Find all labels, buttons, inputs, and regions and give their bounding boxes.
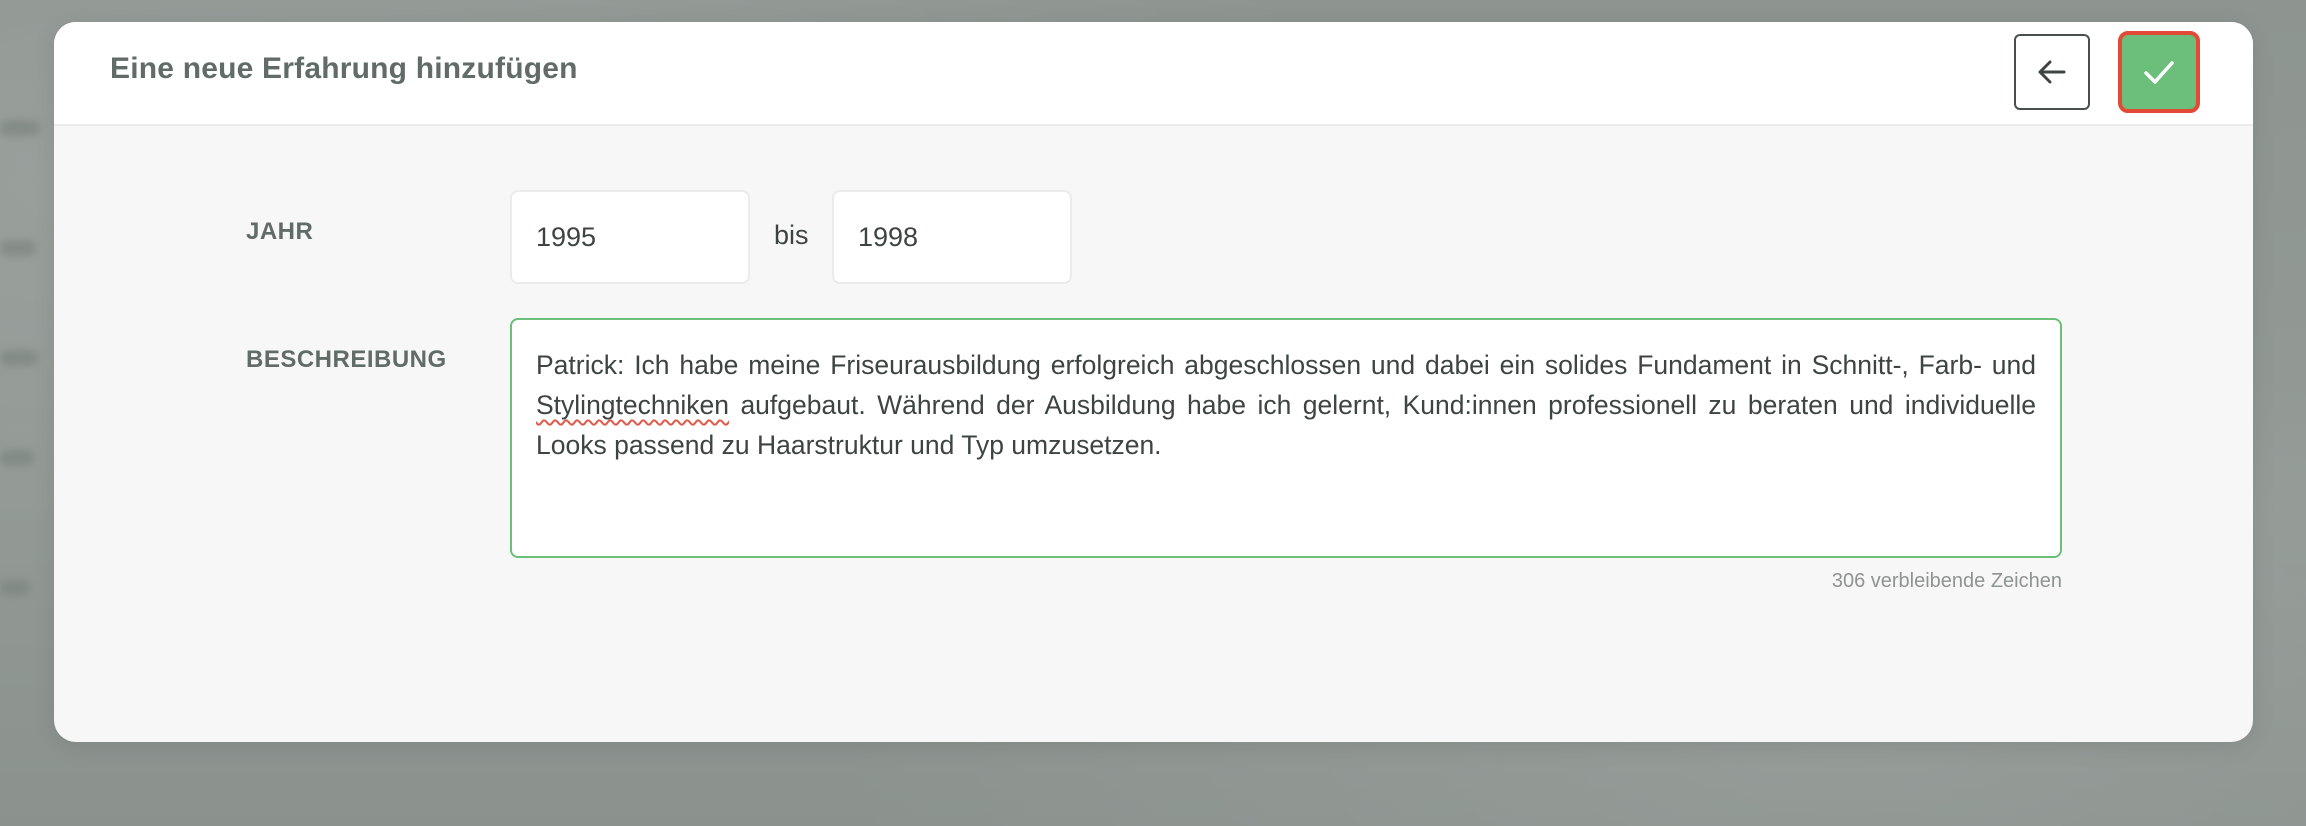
year-separator: bis xyxy=(774,220,809,250)
background-element xyxy=(0,120,40,136)
year-label: JAHR xyxy=(246,218,314,245)
remaining-characters-counter: 306 verbleibende Zeichen xyxy=(1831,570,2062,592)
add-experience-modal: Eine neue Erfahrung hinzufügen JAHR 1995… xyxy=(54,22,2253,742)
modal-header: Eine neue Erfahrung hinzufügen xyxy=(54,22,2253,126)
arrow-left-icon xyxy=(2038,60,2066,84)
background-element xyxy=(0,450,34,466)
back-button[interactable] xyxy=(2014,34,2090,110)
background-element xyxy=(0,240,36,256)
checkmark-icon xyxy=(2144,61,2174,84)
year-to-input[interactable]: 1998 xyxy=(832,190,1072,284)
misspelled-word: Stylingtechniken xyxy=(536,390,729,420)
description-label: BESCHREIBUNG xyxy=(246,346,447,373)
description-text: Patrick: Ich habe meine Friseurausbildun… xyxy=(536,350,2036,380)
modal-title: Eine neue Erfahrung hinzufügen xyxy=(110,52,578,85)
description-text: aufgebaut. Während der Ausbildung habe i… xyxy=(536,390,2036,460)
year-from-input[interactable]: 1995 xyxy=(510,190,750,284)
description-textarea[interactable]: Patrick: Ich habe meine Friseurausbildun… xyxy=(510,318,2062,558)
background-element xyxy=(0,580,30,596)
background-element xyxy=(0,350,38,366)
confirm-button[interactable] xyxy=(2118,31,2200,113)
